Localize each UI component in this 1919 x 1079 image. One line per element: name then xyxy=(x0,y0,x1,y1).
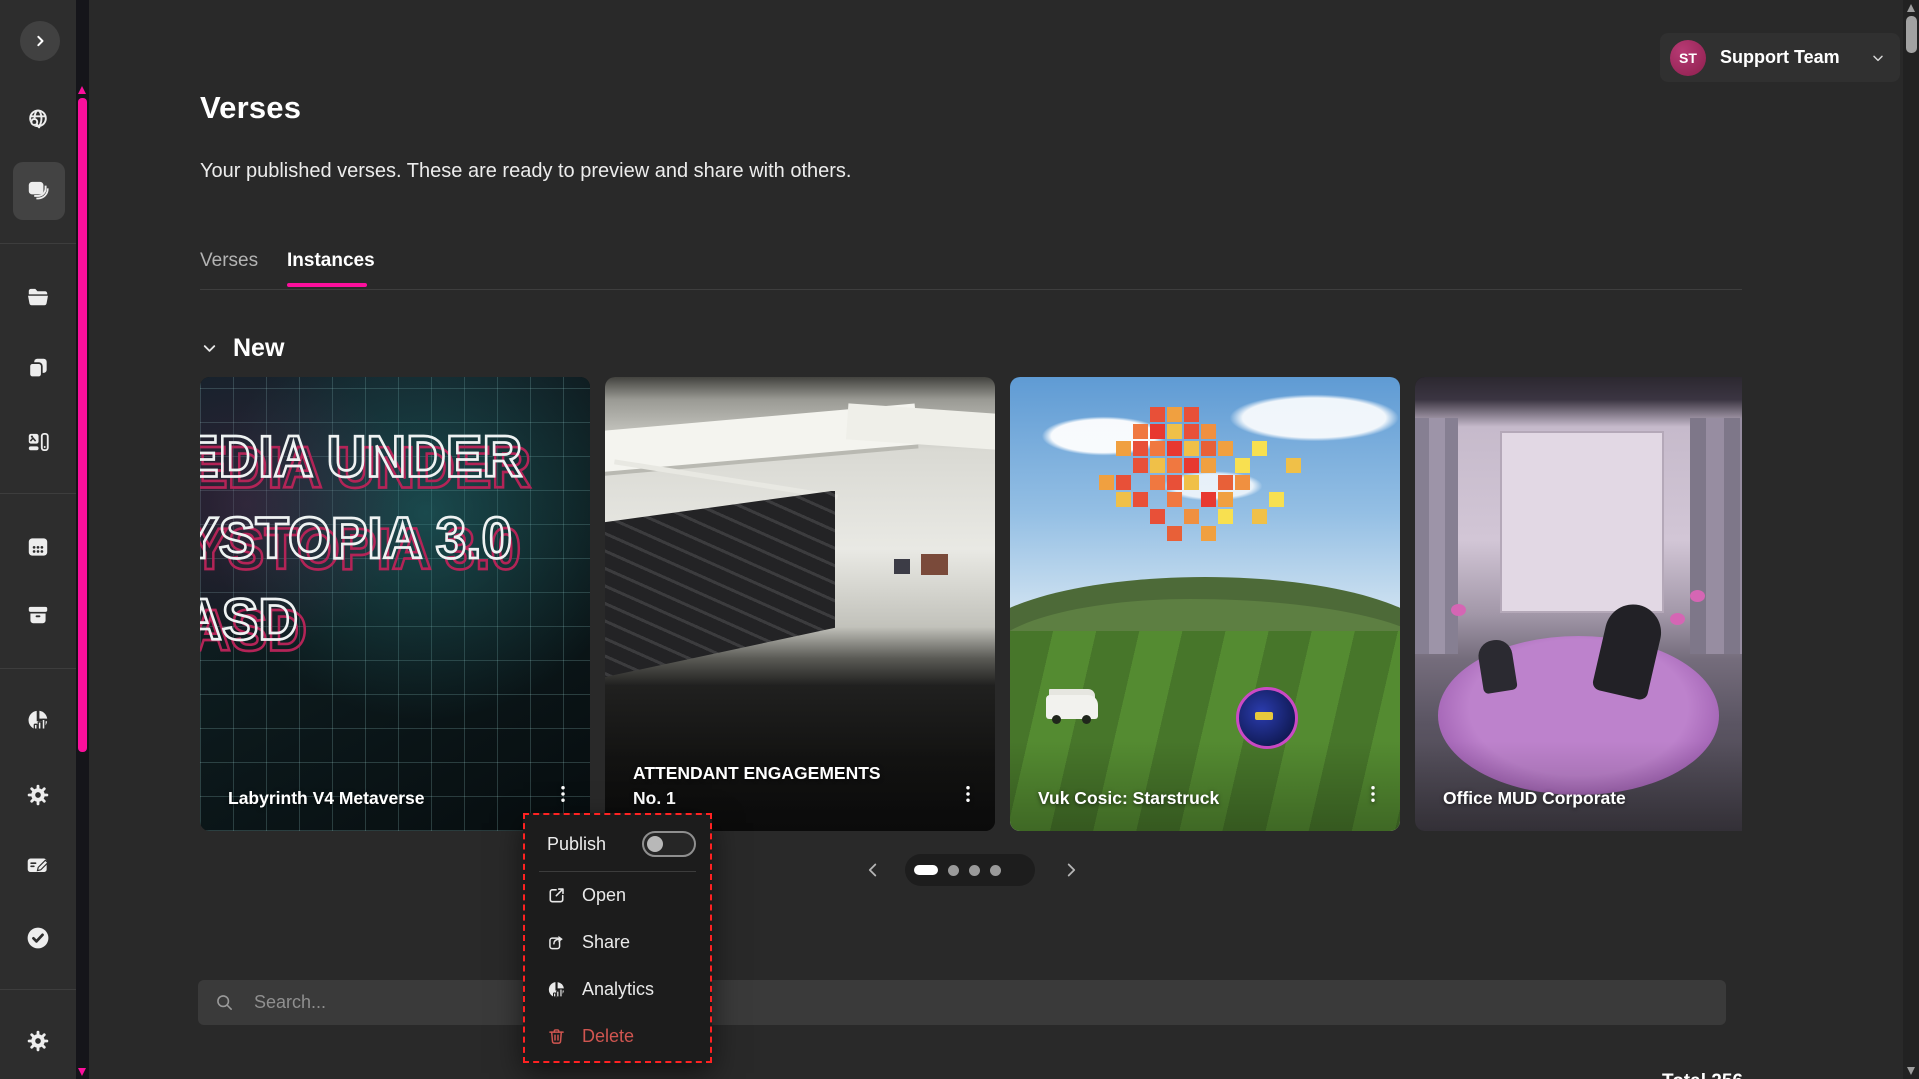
user-name-label: Support Team xyxy=(1720,47,1870,68)
chevron-left-icon xyxy=(862,858,884,882)
analytics-pie-icon xyxy=(25,707,51,733)
tabs-divider xyxy=(200,289,1742,290)
settings-gear-icon xyxy=(25,782,51,808)
tab-instances[interactable]: Instances xyxy=(287,250,375,272)
discover-globe-search-icon xyxy=(25,107,51,133)
sidebar-item-analytics[interactable] xyxy=(25,707,51,733)
publish-row: Publish xyxy=(525,817,710,871)
sidebar xyxy=(0,0,76,1079)
chevron-right-icon xyxy=(1060,858,1082,882)
search-input[interactable] xyxy=(198,980,1726,1025)
sidebar-scrollbar-thumb[interactable] xyxy=(78,98,87,752)
sidebar-item-verses[interactable] xyxy=(25,177,51,203)
menu-item-open[interactable]: Open xyxy=(525,872,710,919)
publish-label: Publish xyxy=(547,834,606,855)
section-new-header[interactable]: New xyxy=(200,334,284,363)
sidebar-divider xyxy=(0,493,76,494)
user-menu-button[interactable]: ST Support Team xyxy=(1660,33,1900,82)
menu-item-analytics[interactable]: Analytics xyxy=(525,966,710,1013)
page-dot[interactable] xyxy=(948,865,959,876)
card-title: Vuk Cosic: Starstruck xyxy=(1038,786,1219,811)
card-title: Labyrinth V4 Metaverse xyxy=(228,786,424,811)
kebab-menu-icon[interactable] xyxy=(552,777,574,811)
carousel-page-indicator xyxy=(905,854,1035,886)
sidebar-item-settings-bottom[interactable] xyxy=(25,1028,51,1054)
window-scrollbar-thumb[interactable] xyxy=(1906,16,1917,53)
section-title: New xyxy=(233,334,284,363)
copy-stack-icon xyxy=(25,355,51,381)
sidebar-item-notes[interactable] xyxy=(25,852,51,878)
card-title: ATTENDANT ENGAGEMENTS No. 1 xyxy=(633,761,905,811)
active-tab-underline xyxy=(287,283,367,287)
chevron-down-icon xyxy=(1870,50,1886,66)
check-circle-icon xyxy=(25,925,51,951)
avatar: ST xyxy=(1670,40,1706,76)
total-count-label: Total 256 xyxy=(1662,1071,1743,1079)
sidebar-item-projects[interactable] xyxy=(25,284,51,310)
chevron-down-icon[interactable] xyxy=(200,339,219,358)
card-title: Office MUD Corporate xyxy=(1443,786,1626,811)
sidebar-divider xyxy=(0,989,76,990)
sidebar-item-tasks[interactable] xyxy=(25,925,51,951)
menu-item-share[interactable]: Share xyxy=(525,919,710,966)
search-icon xyxy=(214,992,235,1013)
menu-item-delete[interactable]: Delete xyxy=(525,1013,710,1060)
card-art xyxy=(1010,377,1400,831)
open-external-icon xyxy=(546,885,567,906)
page-dot-active[interactable] xyxy=(914,865,938,875)
share-icon xyxy=(546,932,567,953)
menu-item-label: Open xyxy=(582,885,626,906)
sidebar-item-archive[interactable] xyxy=(25,602,51,628)
carousel-next-button[interactable] xyxy=(1060,858,1082,882)
sidebar-item-instances[interactable] xyxy=(25,355,51,381)
card-labyrinth[interactable]: EDIA UNDER YSTOPIA 3.0 ASD EDIA UNDER YS… xyxy=(200,377,590,831)
publish-toggle[interactable] xyxy=(642,831,696,857)
sidebar-scrollbar-up-arrow[interactable] xyxy=(78,86,86,94)
kebab-menu-icon[interactable] xyxy=(1362,777,1384,811)
window-scrollbar-track[interactable] xyxy=(1903,0,1919,1079)
publish-toggle-knob xyxy=(647,836,663,852)
kebab-menu-icon[interactable] xyxy=(957,777,979,811)
sidebar-scrollbar-down-arrow[interactable] xyxy=(78,1068,86,1076)
card-vuk-cosic[interactable]: Vuk Cosic: Starstruck xyxy=(1010,377,1400,831)
card-context-menu: Publish Open Share xyxy=(523,813,712,1063)
sidebar-item-media[interactable] xyxy=(25,429,51,455)
trash-icon xyxy=(546,1026,567,1047)
card-art-headline: EDIA UNDER YSTOPIA 3.0 ASD xyxy=(200,416,522,661)
sidebar-expand-button[interactable] xyxy=(20,21,60,61)
tab-verses[interactable]: Verses xyxy=(200,250,258,272)
page-dot[interactable] xyxy=(990,865,1001,876)
grid-dots-icon xyxy=(25,534,51,560)
card-art xyxy=(1415,377,1742,831)
sidebar-item-events[interactable] xyxy=(25,534,51,560)
page-dot[interactable] xyxy=(969,865,980,876)
menu-item-label: Share xyxy=(582,932,630,953)
notes-edit-icon xyxy=(25,852,51,878)
sidebar-divider xyxy=(0,668,76,669)
menu-item-label: Analytics xyxy=(582,979,654,1000)
sidebar-scrollbar-track[interactable] xyxy=(76,0,89,1079)
menu-item-label: Delete xyxy=(582,1026,634,1047)
card-attendant[interactable]: ATTENDANT ENGAGEMENTS No. 1 xyxy=(605,377,995,831)
media-gallery-icon xyxy=(25,429,51,455)
card-art: EDIA UNDER YSTOPIA 3.0 ASD EDIA UNDER YS… xyxy=(200,377,590,831)
card-office-mud[interactable]: Office MUD Corporate xyxy=(1415,377,1742,831)
chevron-right-icon xyxy=(30,31,50,51)
archive-box-icon xyxy=(25,602,51,628)
sidebar-divider xyxy=(0,243,76,244)
verses-app-window: { "window": { "background": "#292929", "… xyxy=(0,0,1919,1079)
folder-icon xyxy=(25,284,51,310)
sidebar-item-discover[interactable] xyxy=(25,107,51,133)
search-bar xyxy=(198,980,1726,1025)
page-title: Verses xyxy=(200,90,301,126)
window-scrollbar-down-arrow[interactable] xyxy=(1907,1067,1915,1075)
verses-stack-icon xyxy=(25,177,51,203)
analytics-pie-icon xyxy=(546,979,567,1000)
sidebar-item-settings[interactable] xyxy=(25,782,51,808)
settings-gear-icon xyxy=(25,1028,51,1054)
carousel-prev-button[interactable] xyxy=(862,858,884,882)
window-scrollbar-up-arrow[interactable] xyxy=(1907,4,1915,12)
avatar-initials: ST xyxy=(1679,50,1697,66)
page-subtitle: Your published verses. These are ready t… xyxy=(200,160,851,183)
